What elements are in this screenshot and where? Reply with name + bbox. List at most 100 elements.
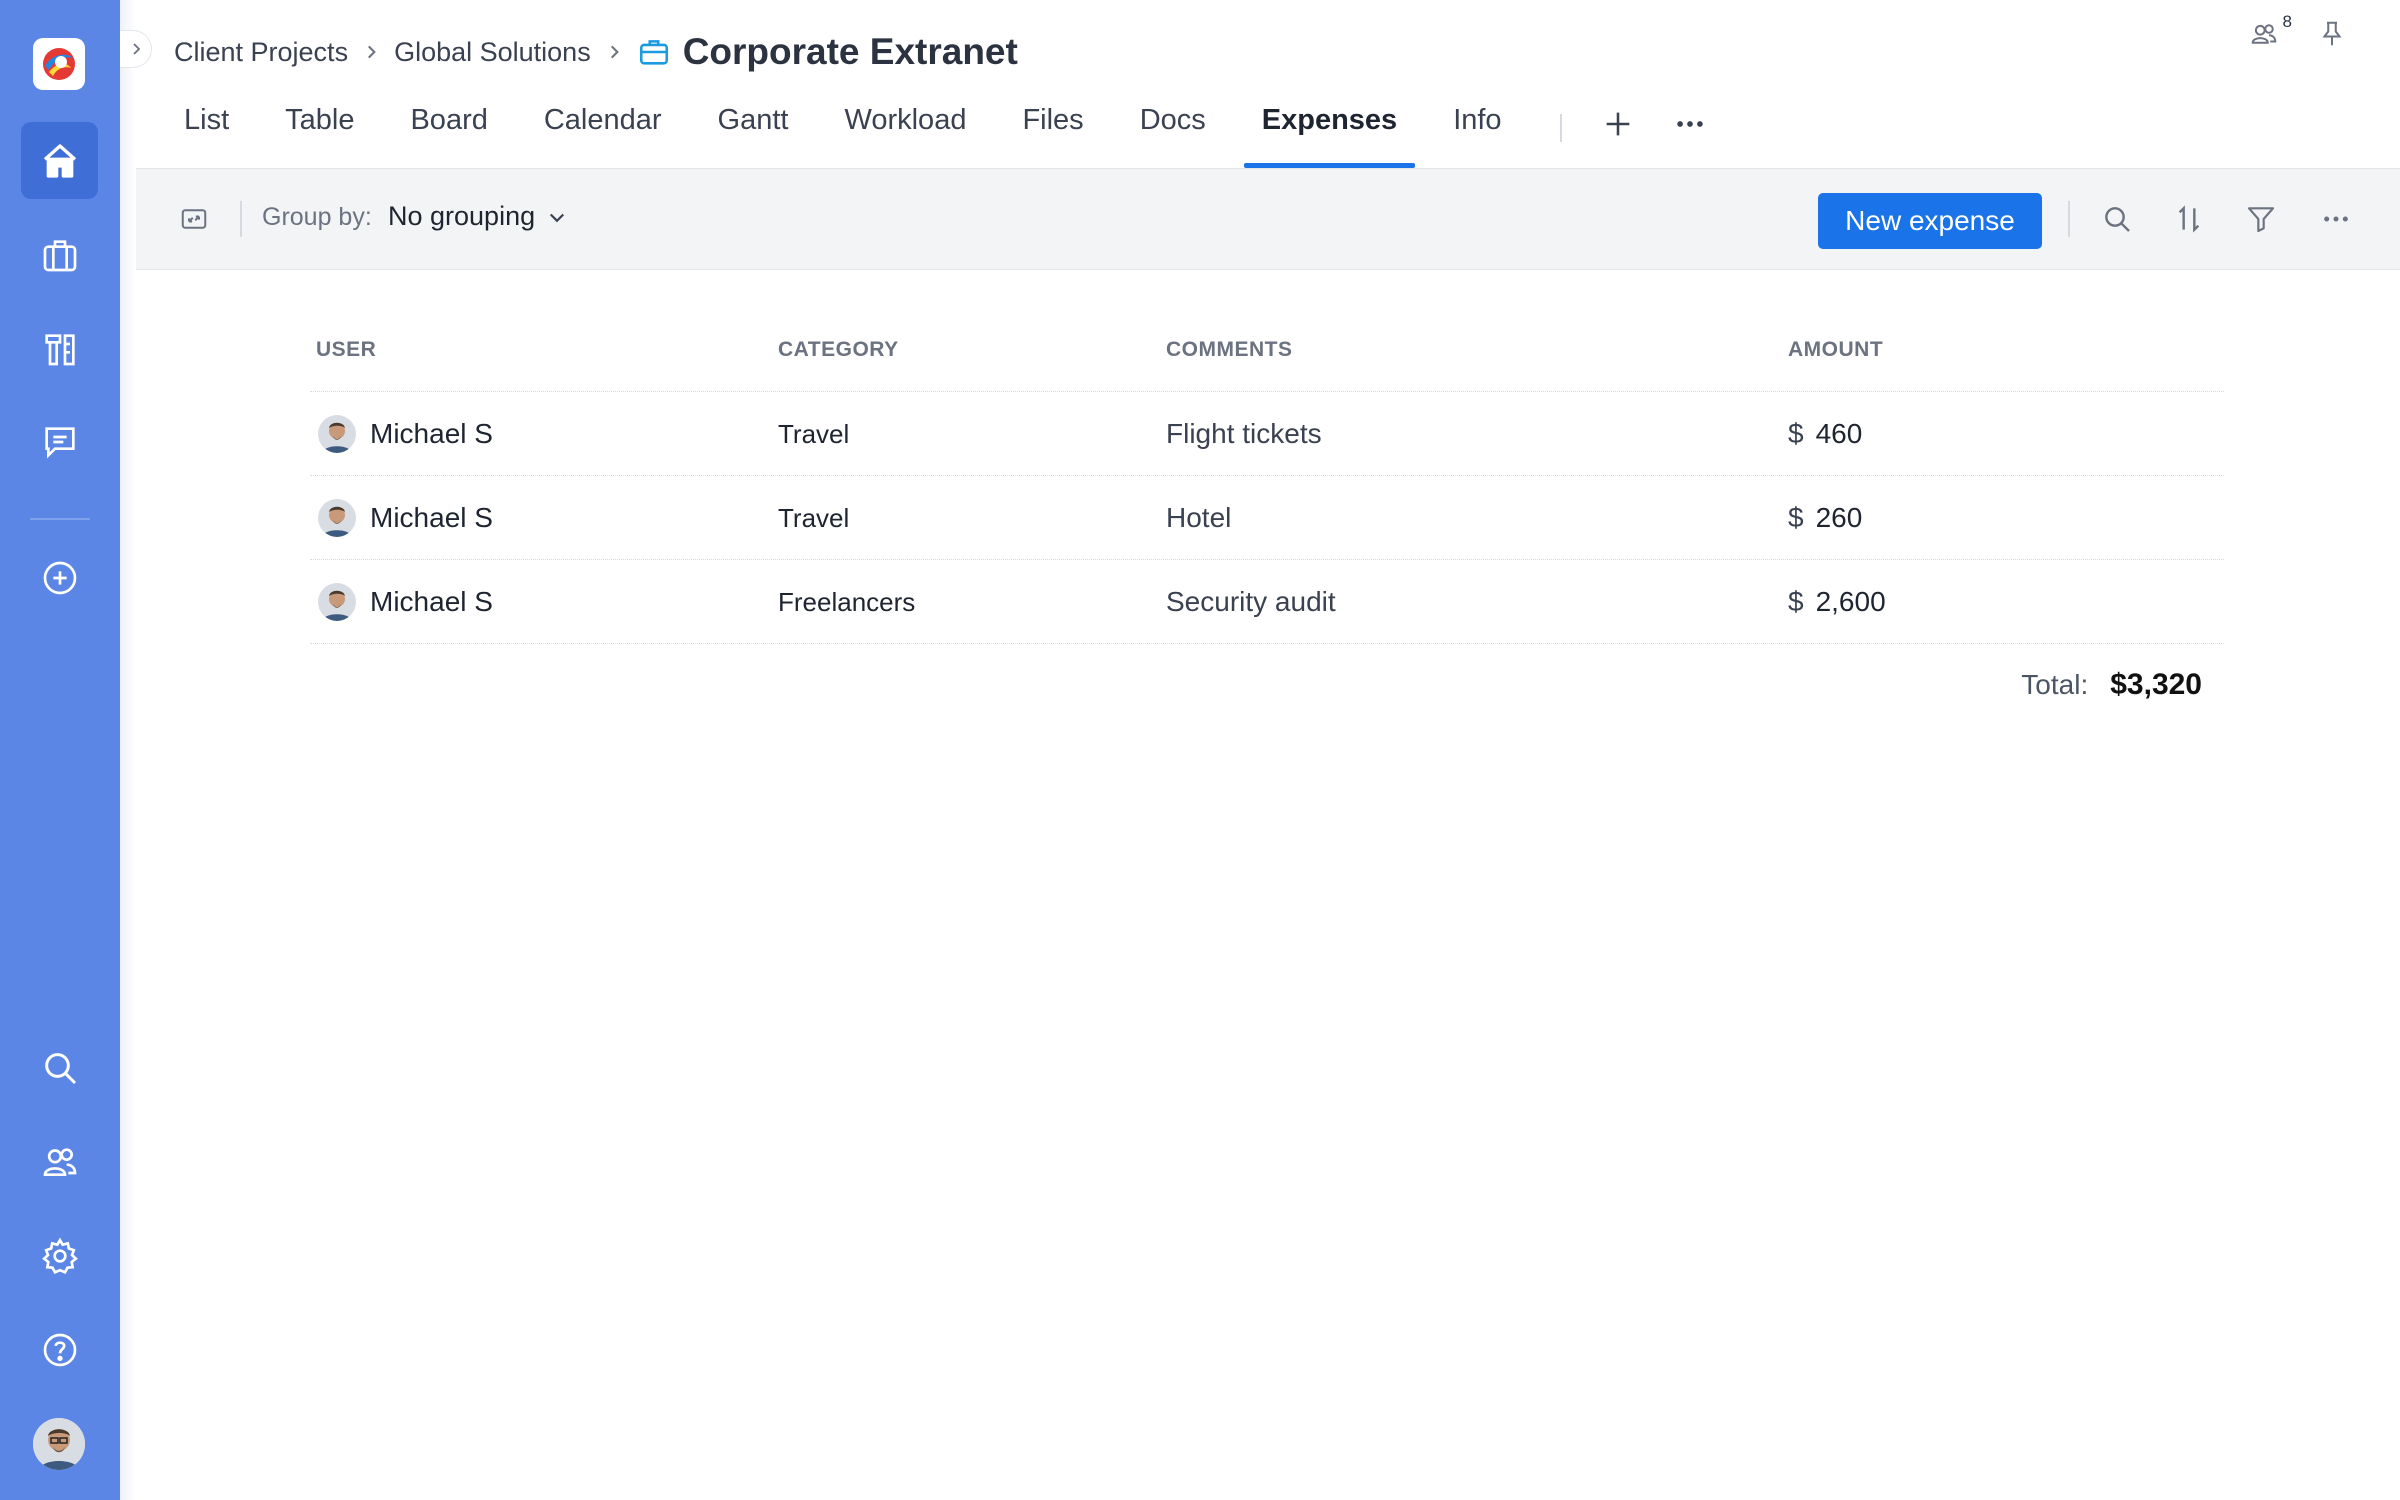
pin-icon [2322, 21, 2342, 46]
view-tabs: List Table Board Calendar Gantt Workload… [156, 96, 1726, 168]
table-row[interactable]: Michael S Travel Hotel $ 260 [310, 476, 2224, 560]
rail-edge [120, 0, 136, 1500]
briefcase-icon [637, 35, 671, 69]
help-icon [43, 1333, 76, 1366]
amount-value: 460 [1815, 418, 1863, 449]
rail-home-button[interactable] [21, 122, 98, 199]
currency-symbol: $ [1788, 586, 1804, 617]
comments-cell: Hotel [1166, 502, 1232, 533]
column-header-user[interactable]: USER [316, 338, 376, 362]
rail-messages-button[interactable] [21, 403, 98, 480]
rail-divider [30, 518, 90, 520]
home-icon [43, 143, 76, 178]
table-header: USER CATEGORY COMMENTS AMOUNT [310, 318, 2224, 392]
toolbar-divider [240, 201, 242, 237]
rail-tools-button[interactable] [21, 310, 98, 387]
chevron-right-icon [132, 43, 140, 55]
rail-people-button[interactable] [21, 1124, 98, 1201]
currency-symbol: $ [1788, 418, 1804, 449]
users-icon [2251, 24, 2277, 44]
rail-search-button[interactable] [21, 1029, 98, 1106]
logo-icon [43, 48, 75, 80]
column-header-amount[interactable]: AMOUNT [1788, 338, 1883, 362]
total-label: Total: [2021, 669, 2089, 700]
users-icon [43, 1147, 76, 1176]
avatar [318, 583, 356, 621]
more-icon [1676, 121, 1703, 127]
user-name: Michael S [370, 502, 493, 533]
chevron-down-icon [550, 213, 565, 222]
sort-button[interactable] [2169, 199, 2209, 239]
tab-gantt[interactable]: Gantt [690, 96, 817, 168]
search-icon [44, 1052, 76, 1084]
gear-icon [41, 1237, 78, 1274]
pin-button[interactable] [2314, 16, 2350, 52]
chat-icon [44, 426, 75, 459]
user-name: Michael S [370, 586, 493, 617]
breadcrumb-item-global-solutions[interactable]: Global Solutions [394, 37, 591, 68]
rail-projects-button[interactable] [21, 216, 98, 293]
chevron-right-icon [362, 43, 380, 61]
members-button[interactable]: 8 [2246, 12, 2292, 52]
category-cell: Freelancers [778, 586, 916, 617]
expand-icon [181, 209, 207, 229]
expenses-total: Total: $3,320 [2021, 668, 2202, 702]
rail-help-button[interactable] [21, 1311, 98, 1388]
app-logo[interactable] [33, 38, 85, 90]
search-icon [2105, 207, 2130, 232]
new-expense-button[interactable]: New expense [1818, 193, 2042, 249]
column-header-comments[interactable]: COMMENTS [1166, 338, 1293, 362]
comments-cell: Security audit [1166, 586, 1336, 617]
more-options-button[interactable] [2316, 199, 2356, 239]
avatar-icon [33, 1418, 85, 1470]
table-row[interactable]: Michael S Travel Flight tickets $ 460 [310, 392, 2224, 476]
tab-info[interactable]: Info [1425, 96, 1529, 168]
briefcase-icon [43, 239, 76, 271]
header-actions: 8 [2246, 12, 2350, 52]
more-views-button[interactable] [1654, 96, 1726, 152]
search-button[interactable] [2097, 199, 2137, 239]
total-value: $3,320 [2110, 668, 2202, 701]
group-by-select[interactable]: No grouping [388, 201, 567, 232]
sort-icon [2178, 205, 2200, 233]
sidebar-collapse-toggle[interactable] [120, 30, 152, 68]
expenses-toolbar: Group by: No grouping New expense [136, 168, 2400, 270]
column-header-category[interactable]: CATEGORY [778, 338, 899, 362]
amount-cell: $ 460 [1788, 392, 1862, 476]
user-cell: Michael S [318, 476, 493, 560]
tab-files[interactable]: Files [994, 96, 1111, 168]
table-row[interactable]: Michael S Freelancers Security audit $ 2… [310, 560, 2224, 644]
expenses-table: USER CATEGORY COMMENTS AMOUNT Michael S … [310, 318, 2224, 701]
tab-list[interactable]: List [156, 96, 257, 168]
tab-workload[interactable]: Workload [816, 96, 994, 168]
user-name: Michael S [370, 418, 493, 449]
avatar [318, 415, 356, 453]
plus-icon [1606, 112, 1629, 136]
amount-value: 260 [1815, 502, 1863, 533]
user-avatar[interactable] [33, 1418, 85, 1470]
tab-expenses[interactable]: Expenses [1234, 96, 1425, 168]
add-view-button[interactable] [1582, 96, 1654, 152]
currency-symbol: $ [1788, 502, 1804, 533]
user-cell: Michael S [318, 392, 493, 476]
filter-button[interactable] [2241, 199, 2281, 239]
tab-docs[interactable]: Docs [1112, 96, 1234, 168]
tab-board[interactable]: Board [382, 96, 515, 168]
expand-button[interactable] [176, 201, 212, 237]
left-rail [0, 0, 120, 1500]
breadcrumb-item-client-projects[interactable]: Client Projects [174, 37, 348, 68]
page-title[interactable]: Corporate Extranet [683, 31, 1018, 73]
category-cell: Travel [778, 502, 850, 533]
rail-add-button[interactable] [21, 539, 98, 616]
rail-settings-button[interactable] [21, 1217, 98, 1294]
tools-icon [44, 333, 75, 365]
tab-table[interactable]: Table [257, 96, 382, 168]
more-icon [2324, 216, 2348, 222]
amount-cell: $ 2,600 [1788, 560, 1886, 644]
amount-value: 2,600 [1815, 586, 1886, 617]
category-cell: Travel [778, 418, 850, 449]
members-count: 8 [2282, 12, 2292, 31]
group-by-value: No grouping [388, 201, 536, 231]
tab-calendar[interactable]: Calendar [516, 96, 690, 168]
chevron-right-icon [605, 43, 623, 61]
